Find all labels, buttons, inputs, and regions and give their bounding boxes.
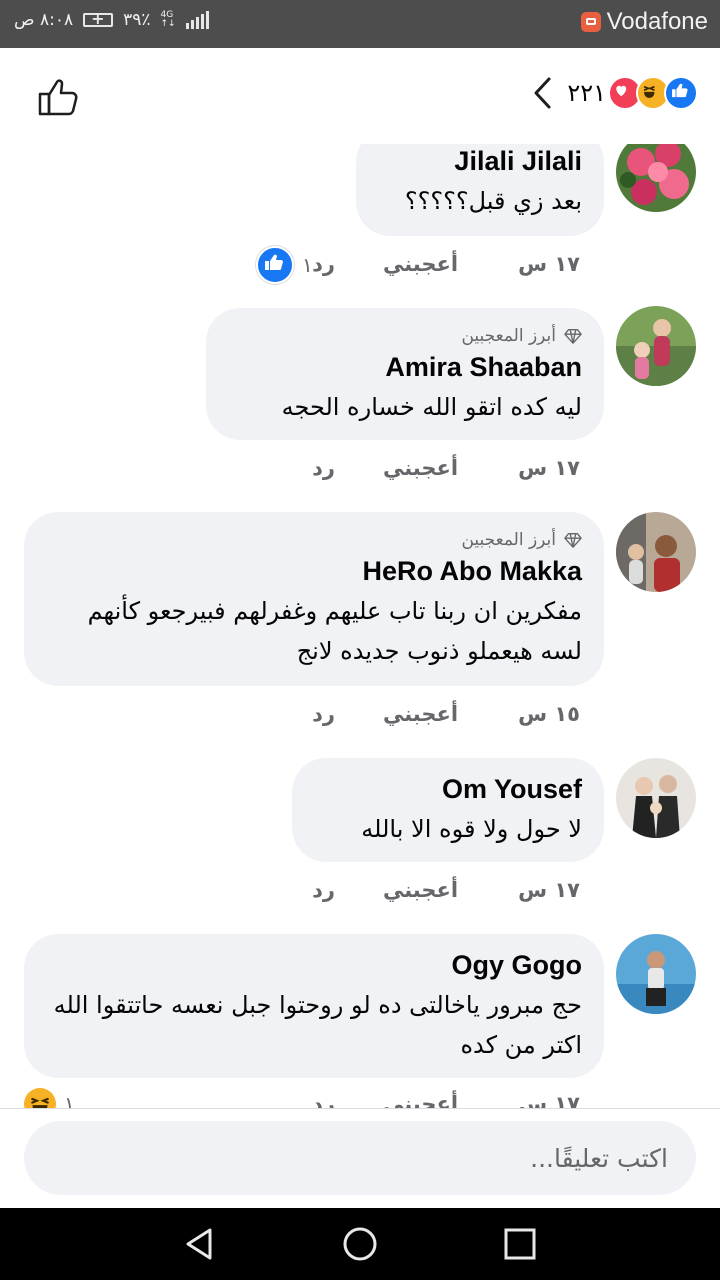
- avatar[interactable]: [616, 144, 696, 212]
- comment-time: ١٥ س: [518, 702, 580, 726]
- like-button[interactable]: أعجبني: [383, 878, 458, 902]
- like-reaction-icon: [664, 76, 698, 110]
- comments-list[interactable]: Jilali Jilali بعد زي قبل؟؟؟؟؟ ١٧ س أعجبن…: [0, 144, 720, 1108]
- top-fan-badge: أبرز المعجبين: [228, 326, 582, 346]
- comment-bubble[interactable]: Jilali Jilali بعد زي قبل؟؟؟؟؟: [356, 144, 604, 236]
- carrier: Vodafone: [580, 8, 708, 36]
- comment-bubble[interactable]: Om Yousef لا حول ولا قوه الا بالله: [292, 758, 604, 862]
- carrier-name: Vodafone: [606, 8, 708, 35]
- comment-bubble[interactable]: Ogy Gogo حج مبرور ياخالتى ده لو روحتوا ج…: [24, 934, 604, 1078]
- comment-time: ١٧ س: [518, 1092, 580, 1108]
- comment-like-count[interactable]: ١: [24, 1088, 75, 1108]
- reaction-count: ٢٢١: [567, 79, 606, 107]
- reply-button[interactable]: رد: [312, 878, 335, 902]
- comment-composer: اكتب تعليقًا...: [0, 1108, 720, 1209]
- recents-icon[interactable]: [502, 1226, 538, 1262]
- top-fan-badge: أبرز المعجبين: [46, 530, 582, 550]
- battery-icon: [83, 9, 114, 28]
- like-outline-icon[interactable]: [36, 74, 80, 118]
- comment-actions: ١٧ س أعجبني رد: [312, 252, 580, 276]
- commenter-name[interactable]: Amira Shaaban: [228, 352, 582, 383]
- avatar[interactable]: [616, 934, 696, 1014]
- comments-header: ٢٢١: [0, 48, 720, 144]
- system-nav-bar: [0, 1208, 720, 1280]
- reply-button[interactable]: رد: [312, 252, 335, 276]
- signal-icon: [185, 11, 209, 29]
- comment-actions: ١٧ س أعجبني رد: [312, 878, 580, 902]
- commenter-name[interactable]: Ogy Gogo: [46, 950, 583, 981]
- reply-button[interactable]: رد: [312, 1092, 335, 1108]
- back-icon[interactable]: [182, 1226, 218, 1262]
- reply-button[interactable]: رد: [312, 702, 335, 726]
- diamond-icon: [564, 329, 582, 344]
- comment-actions: ١٥ س أعجبني رد: [312, 702, 580, 726]
- comment-bubble[interactable]: أبرز المعجبين HeRo Abo Makka مفكرين ان ر…: [24, 512, 604, 686]
- like-count: ١: [64, 1092, 75, 1108]
- like-button[interactable]: أعجبني: [383, 702, 458, 726]
- comment-text: بعد زي قبل؟؟؟؟؟: [404, 187, 582, 215]
- commenter-name[interactable]: Om Yousef: [314, 774, 582, 805]
- comment-text: لا حول ولا قوه الا بالله: [361, 815, 582, 843]
- like-button[interactable]: أعجبني: [383, 252, 458, 276]
- haha-reaction-icon: [24, 1088, 56, 1108]
- reaction-summary[interactable]: ٢٢١: [531, 76, 698, 110]
- like-count: ١: [302, 253, 313, 277]
- carrier-logo-icon: [580, 12, 601, 32]
- comment-actions: ١٧ س أعجبني رد: [312, 1092, 580, 1108]
- status-bar: Vodafone ٨:٠٨ ص ٣٩٪ 4G↑↓: [0, 0, 720, 48]
- comment-like-count[interactable]: ١: [256, 246, 313, 284]
- status-left: ٨:٠٨ ص ٣٩٪ 4G↑↓: [14, 9, 209, 30]
- reply-button[interactable]: رد: [312, 456, 335, 480]
- home-icon[interactable]: [342, 1226, 378, 1262]
- comment-text: ليه كده اتقو الله خساره الحجه: [281, 393, 582, 421]
- like-button[interactable]: أعجبني: [383, 456, 458, 480]
- comment-text: حج مبرور ياخالتى ده لو روحتوا جبل نعسه ح…: [53, 991, 582, 1059]
- comment-time: ١٧ س: [518, 878, 580, 902]
- avatar[interactable]: [616, 512, 696, 592]
- commenter-name[interactable]: HeRo Abo Makka: [46, 556, 582, 587]
- network-type: 4G ↑↓: [160, 10, 176, 29]
- commenter-name[interactable]: Jilali Jilali: [378, 146, 582, 177]
- comment-actions: ١٧ س أعجبني رد: [312, 456, 580, 480]
- clock: ٨:٠٨ ص: [14, 10, 74, 30]
- comment-input[interactable]: اكتب تعليقًا...: [24, 1121, 696, 1195]
- avatar[interactable]: [616, 758, 696, 838]
- diamond-icon: [564, 533, 582, 548]
- comment-time: ١٧ س: [518, 456, 580, 480]
- like-reaction-icon: [256, 246, 294, 284]
- battery-level: ٣٩٪: [123, 10, 151, 30]
- comment-bubble[interactable]: أبرز المعجبين Amira Shaaban ليه كده اتقو…: [206, 308, 604, 440]
- comment-text: مفكرين ان ربنا تاب عليهم وغفرلهم فبيرجعو…: [87, 597, 582, 665]
- avatar[interactable]: [616, 306, 696, 386]
- comment-time: ١٧ س: [518, 252, 580, 276]
- like-button[interactable]: أعجبني: [383, 1092, 458, 1108]
- back-chevron-icon[interactable]: [531, 76, 553, 110]
